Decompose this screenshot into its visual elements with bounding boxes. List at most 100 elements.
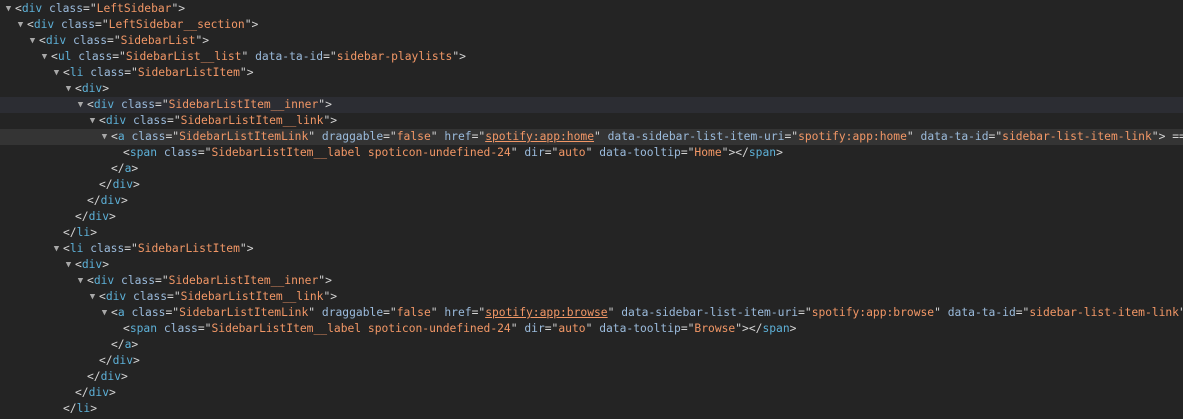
attribute-value: sidebar-list-item-link [1029, 306, 1179, 319]
punctuation: "> [195, 34, 210, 47]
punctuation: =" [167, 114, 181, 127]
dom-tree-node[interactable]: ▼ <div class="SidebarListItem__link"> [0, 113, 1183, 129]
dom-tree-node[interactable]: </div> [0, 177, 1183, 193]
dom-tree-node[interactable]: ▼ <div class="SidebarListItem__link"> [0, 289, 1183, 305]
tag-name: div [33, 18, 55, 31]
dom-tree-node[interactable]: ▼ <li class="SidebarListItem"> [0, 65, 1183, 81]
dom-tree-node[interactable]: ▼ <div> [0, 81, 1183, 97]
punctuation: "> [239, 242, 254, 255]
punctuation: < [99, 114, 106, 127]
dom-tree-node[interactable]: ▼ <div> [0, 257, 1183, 273]
expand-triangle-icon[interactable]: ▼ [40, 49, 49, 65]
attribute-name: data-ta-id [255, 50, 324, 63]
expand-triangle-icon[interactable]: ▼ [28, 33, 37, 49]
punctuation: == [1172, 130, 1183, 143]
dom-tree-node[interactable]: ▼ <div class="LeftSidebar"> [0, 1, 1183, 17]
attribute-value: spotify:app:home [798, 130, 907, 143]
punctuation: </ [87, 194, 101, 207]
punctuation: =" [165, 306, 180, 319]
node-markup: <a class="SidebarListItemLink" draggable… [111, 305, 1183, 321]
dom-tree-node[interactable]: ▼ <ul class="SidebarList__list" data-ta-i… [0, 49, 1183, 65]
node-markup: <ul class="SidebarList__list" data-ta-id… [51, 49, 466, 65]
dom-tree-node[interactable]: ▼ <div class="SidebarListItem__inner"> [0, 97, 1183, 113]
punctuation: </ [63, 402, 77, 415]
node-markup: <span class="SidebarListItem__label spot… [123, 321, 796, 337]
punctuation: < [75, 258, 82, 271]
dom-tree-node[interactable]: ▼ <li class="SidebarListItem"> [0, 241, 1183, 257]
node-markup: <li class="SidebarListItem"> [63, 65, 254, 81]
punctuation: > [90, 402, 98, 415]
dom-tree-node[interactable]: </li> [0, 401, 1183, 417]
expand-triangle-icon[interactable]: ▼ [52, 241, 61, 257]
punctuation: "> [1151, 130, 1166, 143]
dom-tree-node[interactable]: </div> [0, 385, 1183, 401]
dom-tree-node[interactable]: ▼ <a class="SidebarListItemLink" draggabl… [0, 129, 1183, 145]
tag-name: a [117, 306, 125, 319]
punctuation: > [121, 194, 128, 207]
attribute-link[interactable]: spotify:app:browse [485, 306, 607, 319]
expand-triangle-icon[interactable]: ▼ [88, 113, 97, 129]
punctuation: =" [124, 66, 138, 79]
node-markup: </div> [75, 209, 116, 225]
punctuation: " [585, 146, 600, 159]
dom-tree-node[interactable]: </div> [0, 209, 1183, 225]
attribute-name: data-ta-id [947, 306, 1016, 319]
tag-name: div [100, 194, 122, 207]
punctuation: < [27, 18, 34, 31]
attribute-value: SidebarList [120, 34, 196, 47]
expand-triangle-icon[interactable]: ▼ [64, 257, 73, 273]
punctuation: > [121, 370, 128, 383]
punctuation: =" [383, 130, 397, 143]
expand-triangle-icon[interactable]: ▼ [64, 81, 73, 97]
dom-tree-node[interactable]: </a> [0, 161, 1183, 177]
dom-tree-node[interactable]: </div> [0, 193, 1183, 209]
node-markup: <div class="SidebarListItem__link"> [99, 113, 337, 129]
punctuation: "> [244, 18, 259, 31]
expand-triangle-icon[interactable]: ▼ [16, 17, 25, 33]
punctuation [126, 290, 133, 303]
punctuation: > [789, 322, 797, 335]
expand-triangle-icon[interactable]: ▼ [76, 97, 85, 113]
node-markup: <div> [75, 81, 109, 97]
expand-triangle-icon[interactable]: ▼ [76, 273, 85, 289]
expand-triangle-icon[interactable]: ▼ [100, 129, 109, 145]
attribute-name: class [61, 18, 96, 31]
attribute-name: data-tooltip [599, 322, 681, 335]
dom-tree-node[interactable]: </div> [0, 353, 1183, 369]
dom-tree-node[interactable]: </div> [0, 369, 1183, 385]
dom-tree-node[interactable]: ▼ <div class="LeftSidebar__section"> [0, 17, 1183, 33]
dom-tree-node[interactable]: <span class="SidebarListItem__label spot… [0, 321, 1183, 337]
punctuation: " [308, 306, 322, 319]
punctuation: " [585, 322, 600, 335]
dom-tree-node[interactable]: ▼ <div class="SidebarList"> [0, 33, 1183, 49]
node-markup: <li class="SidebarListItem"> [63, 241, 254, 257]
dom-tree-node[interactable]: <span class="SidebarListItem__label spot… [0, 145, 1183, 161]
expand-triangle-icon[interactable]: ▼ [88, 289, 97, 305]
node-markup: </div> [87, 369, 128, 385]
dom-tree-node[interactable]: ▼ <a class="SidebarListItemLink" draggabl… [0, 305, 1183, 321]
dom-tree-node[interactable]: </a> [0, 337, 1183, 353]
attribute-name: draggable [321, 130, 384, 143]
attribute-name: class [121, 98, 156, 111]
expand-triangle-icon[interactable]: ▼ [52, 65, 61, 81]
tag-name: div [93, 274, 115, 287]
expand-triangle-icon[interactable]: ▼ [100, 305, 109, 321]
dom-tree-node[interactable]: ▼ <div class="SidebarListItem__inner"> [0, 273, 1183, 289]
punctuation [54, 18, 61, 31]
punctuation: < [87, 274, 94, 287]
punctuation: </ [75, 210, 89, 223]
expand-triangle-icon[interactable]: ▼ [4, 1, 13, 17]
attribute-name: class [90, 66, 125, 79]
punctuation: "> [1179, 306, 1183, 319]
punctuation: </ [63, 226, 77, 239]
attribute-link[interactable]: spotify:app:home [485, 130, 594, 143]
attribute-value: LeftSidebar [96, 2, 172, 15]
tag-name: div [100, 370, 122, 383]
tag-name: div [105, 114, 127, 127]
attribute-name: data-tooltip [599, 146, 681, 159]
punctuation: " [934, 306, 948, 319]
dom-tree-node[interactable]: </li> [0, 225, 1183, 241]
tag-name: li [76, 226, 91, 239]
punctuation [157, 322, 164, 335]
punctuation: "> [323, 290, 338, 303]
